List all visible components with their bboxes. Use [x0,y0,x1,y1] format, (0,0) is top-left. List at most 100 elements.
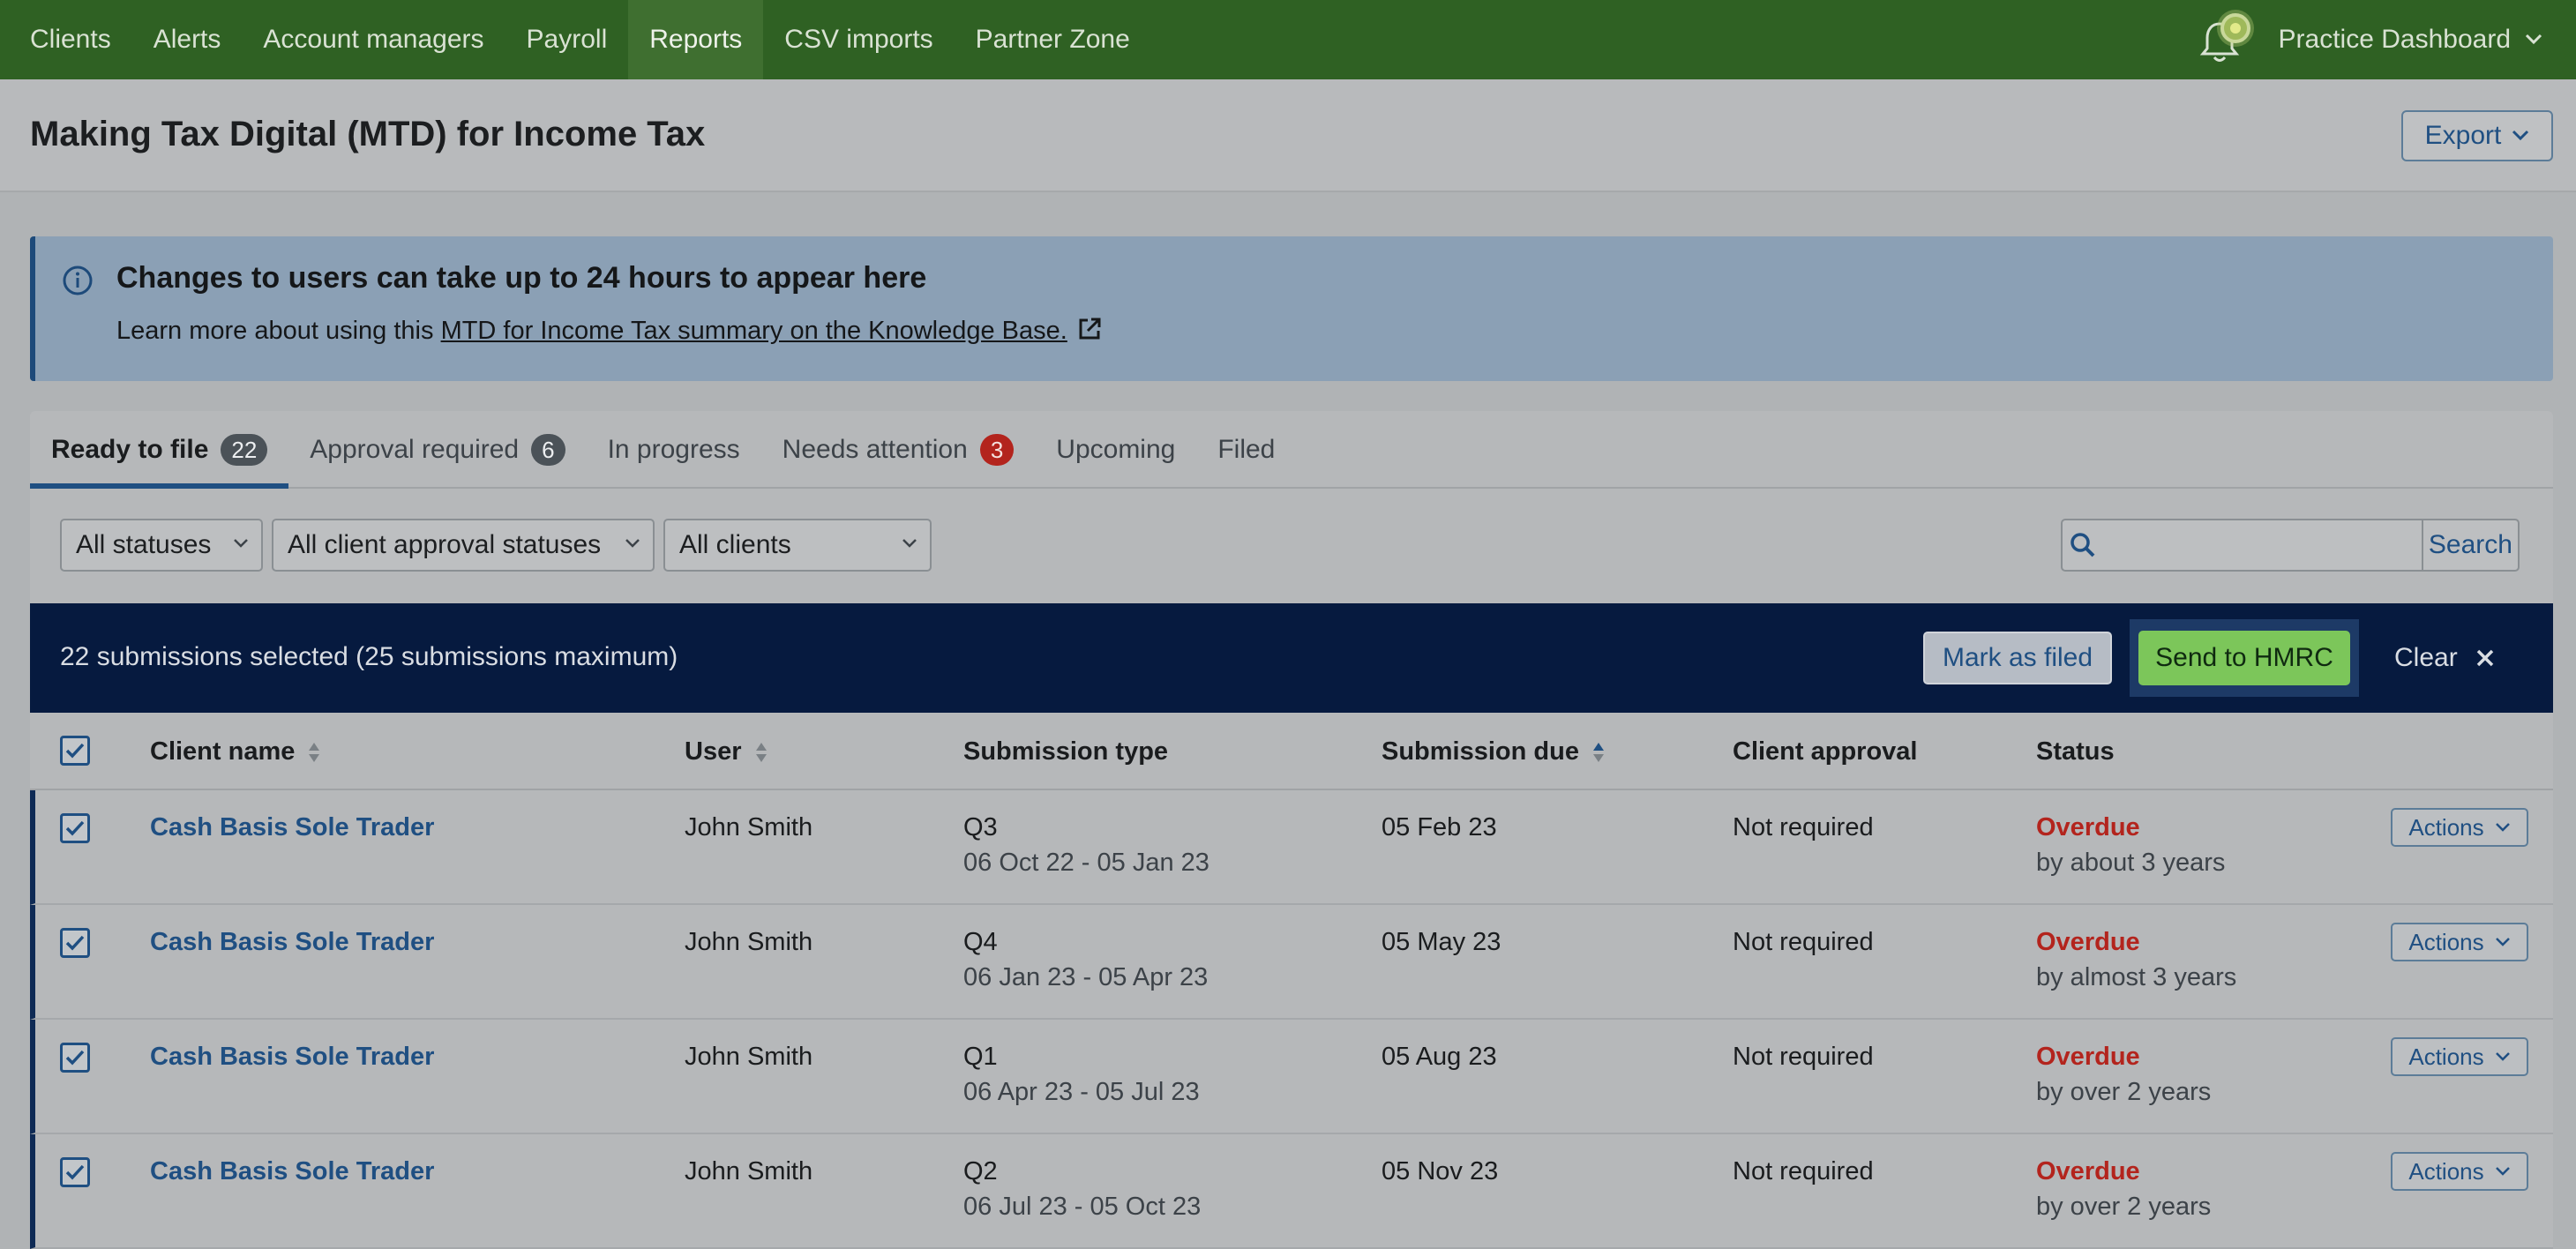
client-name-column-header[interactable]: Client name [150,737,321,767]
client-name-link[interactable]: Cash Basis Sole Trader [150,924,434,960]
select-all-checkbox[interactable] [60,736,90,766]
row-checkbox[interactable] [60,1157,90,1187]
mark-as-filed-button[interactable]: Mark as filed [1923,632,2112,684]
submission-type-cell: Q4 06 Jan 23 - 05 Apr 23 [963,924,1208,995]
search-button[interactable]: Search [2421,520,2518,570]
external-link-icon [1079,318,1101,340]
nav-item-partner-zone[interactable]: Partner Zone [955,0,1151,79]
close-icon [2476,649,2493,667]
status-cell: Overdue by about 3 years [2036,810,2225,880]
submissions-card: Ready to file 22 Approval required 6 In … [30,411,2553,1249]
banner-title: Changes to users can take up to 24 hours… [116,261,927,295]
client-name-link[interactable]: Cash Basis Sole Trader [150,1039,434,1074]
send-to-hmrc-button[interactable]: Send to HMRC [2138,631,2350,685]
header-label: Client approval [1733,737,1918,766]
actions-button[interactable]: Actions [2391,1152,2528,1191]
row-checkbox[interactable] [60,928,90,958]
status-overdue: Overdue [2036,1043,2140,1071]
status-filter-value: All statuses [76,530,212,559]
status-overdue: Overdue [2036,928,2140,956]
page-title: Making Tax Digital (MTD) for Income Tax [30,115,706,153]
quarter: Q4 [963,928,998,956]
submission-due-cell: 05 Aug 23 [1382,1043,1497,1071]
submission-type-cell: Q1 06 Apr 23 - 05 Jul 23 [963,1039,1200,1110]
submission-due-column-header[interactable]: Submission due [1382,737,1606,767]
user-cell: John Smith [685,813,813,841]
row-checkbox[interactable] [60,813,90,843]
submission-due-cell: 05 Feb 23 [1382,813,1497,841]
tab-label: Ready to file [51,435,209,464]
search-input[interactable] [2102,520,2422,570]
tab-in-progress[interactable]: In progress [587,411,761,489]
tab-label: In progress [607,435,740,464]
notification-dot-icon [2220,13,2250,43]
practice-dashboard-label: Practice Dashboard [2278,25,2511,54]
tab-needs-attention[interactable]: Needs attention 3 [761,411,1036,489]
table-row: Cash Basis Sole Trader John Smith Q2 06 … [30,1134,2553,1249]
period: 06 Oct 22 - 05 Jan 23 [963,849,1209,877]
clients-filter-select[interactable]: All clients [663,519,932,572]
actions-button[interactable]: Actions [2391,923,2528,961]
period: 06 Jul 23 - 05 Oct 23 [963,1193,1202,1221]
nav-item-reports[interactable]: Reports [628,0,764,79]
table-row: Cash Basis Sole Trader John Smith Q1 06 … [30,1020,2553,1134]
status-cell: Overdue by over 2 years [2036,1039,2211,1110]
practice-dashboard-menu[interactable]: Practice Dashboard [2279,25,2542,55]
table-row: Cash Basis Sole Trader John Smith Q4 06 … [30,905,2553,1020]
status-filter-select[interactable]: All statuses [60,519,263,572]
chevron-down-icon [902,539,917,548]
notifications-button[interactable] [2199,13,2250,66]
chevron-down-icon [234,539,248,548]
alert-badge: 3 [979,434,1015,466]
nav-item-clients[interactable]: Clients [0,0,132,79]
tab-upcoming[interactable]: Upcoming [1035,411,1196,489]
nav-item-payroll[interactable]: Payroll [505,0,629,79]
clear-label: Clear [2394,643,2458,672]
filter-bar: All statuses All client approval statuse… [30,489,2553,603]
header-label: Client name [150,737,296,766]
tab-ready-to-file[interactable]: Ready to file 22 [30,411,289,489]
client-approval-filter-value: All client approval statuses [288,530,602,559]
header-label: Submission due [1382,737,1579,766]
tab-label: Needs attention [782,435,968,464]
client-approval-filter-select[interactable]: All client approval statuses [272,519,655,572]
count-badge: 6 [531,434,565,466]
nav-item-account-managers[interactable]: Account managers [242,0,505,79]
submission-due-cell: 05 Nov 23 [1382,1157,1499,1185]
checkmark-icon [65,820,85,836]
tab-filed[interactable]: Filed [1196,411,1296,489]
bulk-selection-bar: 22 submissions selected (25 submissions … [30,603,2553,713]
info-icon [63,266,93,295]
chevron-down-icon [2525,34,2542,45]
tab-label: Approval required [310,435,520,464]
status-column-header: Status [2036,737,2115,767]
page-header: Making Tax Digital (MTD) for Income Tax … [0,79,2576,192]
status-tabs: Ready to file 22 Approval required 6 In … [30,411,2553,489]
actions-label: Actions [2408,1157,2484,1185]
nav-item-alerts[interactable]: Alerts [132,0,243,79]
actions-button[interactable]: Actions [2391,808,2528,847]
submission-type-column-header: Submission type [963,737,1168,767]
tab-approval-required[interactable]: Approval required 6 [288,411,586,489]
export-button[interactable]: Export [2401,110,2553,161]
chevron-down-icon [2495,823,2510,832]
actions-button[interactable]: Actions [2391,1037,2528,1076]
status-cell: Overdue by over 2 years [2036,1154,2211,1224]
chevron-down-icon [2495,1167,2510,1176]
nav-item-csv-imports[interactable]: CSV imports [763,0,954,79]
checkmark-icon [65,1050,85,1066]
client-name-link[interactable]: Cash Basis Sole Trader [150,1154,434,1189]
count-badge: 22 [221,434,268,466]
period: 06 Apr 23 - 05 Jul 23 [963,1078,1200,1106]
client-approval-cell: Not required [1733,813,1874,841]
checkmark-icon [65,743,85,759]
row-checkbox[interactable] [60,1043,90,1073]
client-name-link[interactable]: Cash Basis Sole Trader [150,810,434,845]
period: 06 Jan 23 - 05 Apr 23 [963,963,1209,991]
quarter: Q2 [963,1157,998,1185]
user-column-header[interactable]: User [685,737,768,767]
knowledge-base-link[interactable]: MTD for Income Tax summary on the Knowle… [441,317,1067,345]
search-box: Search [2061,519,2520,572]
sort-ascending-icon [1592,742,1604,762]
clear-selection-button[interactable]: Clear [2394,632,2495,684]
